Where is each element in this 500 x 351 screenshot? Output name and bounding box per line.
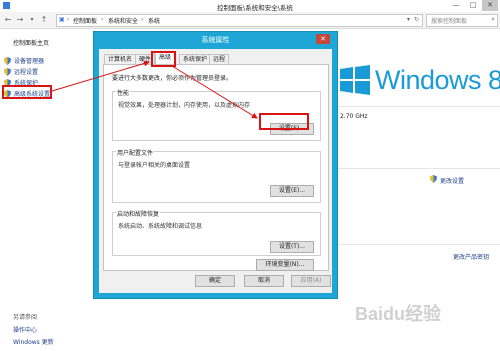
- annotation-arrows: [51, 60, 258, 119]
- arrow-to-settings-button: [171, 65, 258, 119]
- arrow-to-advanced-tab: [51, 60, 150, 92]
- watermark: Baidu经验: [355, 304, 442, 324]
